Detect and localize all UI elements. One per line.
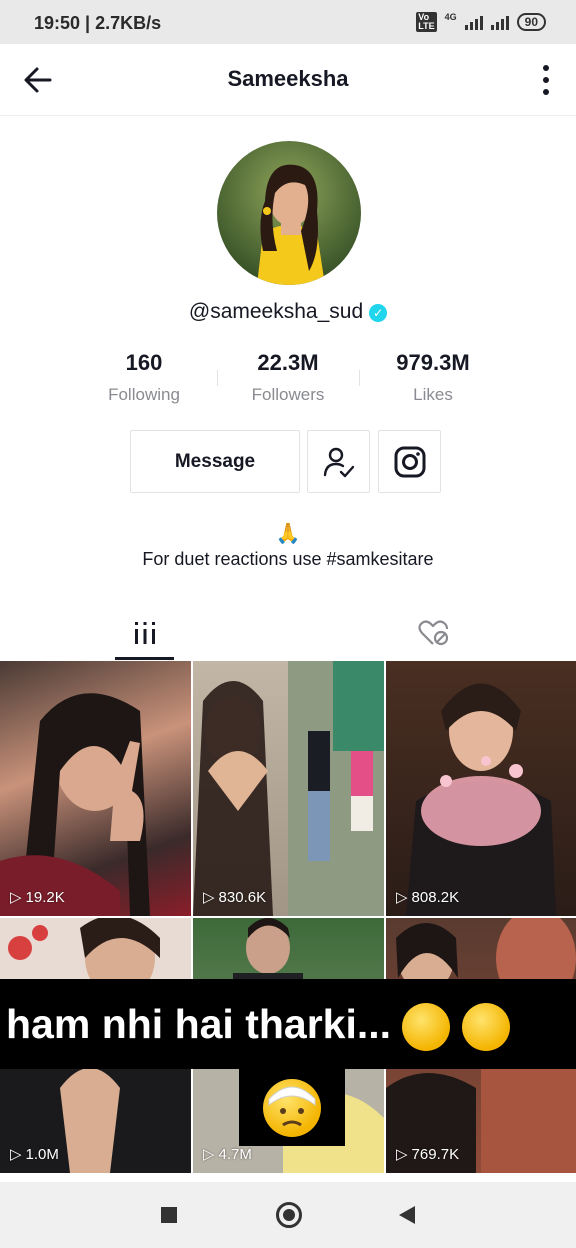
play-icon: ▷ bbox=[10, 889, 22, 906]
username-text: @sameeksha_sud bbox=[188, 300, 364, 323]
view-count: ▷ 4.7M bbox=[203, 1145, 252, 1164]
play-icon: ▷ bbox=[396, 889, 408, 906]
tab-videos[interactable] bbox=[115, 605, 174, 661]
play-icon: ▷ bbox=[396, 1146, 408, 1163]
circle-icon[interactable] bbox=[276, 1202, 302, 1228]
network-type: 4G bbox=[444, 12, 457, 22]
caption-text: ham nhi hai tharki... bbox=[6, 1001, 392, 1047]
stat-following[interactable]: 160 Following bbox=[74, 350, 214, 405]
video-image bbox=[0, 693, 150, 916]
status-bar: 19:50 | 2.7KB/s Vo LTE 4G 90 bbox=[0, 0, 576, 44]
play-icon: ▷ bbox=[203, 1146, 215, 1163]
avatar-image bbox=[217, 141, 361, 285]
signal-icon bbox=[464, 14, 483, 30]
tab-liked[interactable] bbox=[404, 605, 463, 661]
play-icon: ▷ bbox=[10, 1146, 22, 1163]
video-image bbox=[193, 661, 384, 916]
video-thumbnail[interactable]: ▷ 19.2K bbox=[0, 661, 191, 916]
person-check-icon bbox=[323, 447, 354, 477]
top-nav: Sameeksha bbox=[0, 44, 576, 116]
instagram-button[interactable] bbox=[378, 430, 441, 493]
username: @sameeksha_sud ✓ bbox=[0, 300, 576, 324]
stat-value: 22.3M bbox=[257, 350, 319, 375]
stat-label: Likes bbox=[413, 385, 453, 404]
divider bbox=[359, 370, 360, 386]
stat-value: 160 bbox=[125, 350, 163, 375]
signal-icon-2 bbox=[490, 14, 509, 30]
unamused-face-icon bbox=[402, 1003, 451, 1052]
overlay-caption-line2 bbox=[239, 1069, 345, 1146]
view-count: ▷ 1.0M bbox=[10, 1145, 59, 1164]
square-icon[interactable] bbox=[161, 1207, 177, 1223]
following-button[interactable] bbox=[307, 430, 370, 493]
volte-icon: Vo LTE bbox=[416, 12, 437, 32]
stat-likes[interactable]: 979.3M Likes bbox=[363, 350, 503, 405]
video-thumbnail[interactable]: ▷ 808.2K bbox=[386, 661, 576, 916]
overlay-caption: ham nhi hai tharki... bbox=[0, 979, 576, 1069]
bio-text: For duet reactions use #samkesitare bbox=[142, 549, 434, 569]
view-count: ▷ 769.7K bbox=[396, 1145, 460, 1164]
active-tab-indicator bbox=[115, 657, 174, 660]
head-bandage-face-icon bbox=[263, 1078, 321, 1137]
more-options-button[interactable] bbox=[538, 62, 554, 98]
stat-label: Followers bbox=[251, 385, 325, 404]
stat-value: 979.3M bbox=[396, 350, 470, 375]
verified-check-icon: ✓ bbox=[369, 304, 388, 322]
liked-hidden-icon bbox=[417, 620, 448, 646]
video-thumbnail[interactable]: ▷ 830.6K bbox=[193, 661, 384, 916]
video-image bbox=[406, 683, 556, 916]
view-count: ▷ 808.2K bbox=[396, 888, 460, 907]
avatar[interactable] bbox=[217, 141, 361, 285]
status-time: 19:50 | 2.7KB/s bbox=[34, 13, 162, 33]
bio-emoji: 🙏 bbox=[275, 523, 301, 545]
vertical-dots-icon bbox=[543, 65, 549, 71]
stat-followers[interactable]: 22.3M Followers bbox=[218, 350, 358, 405]
grid-icon bbox=[134, 622, 155, 644]
unamused-face-icon bbox=[461, 1003, 510, 1052]
view-count: ▷ 830.6K bbox=[203, 888, 267, 907]
triangle-back-icon[interactable] bbox=[399, 1206, 415, 1224]
status-icons: Vo LTE 4G 90 bbox=[416, 12, 546, 32]
view-count: ▷ 19.2K bbox=[10, 888, 65, 907]
play-icon: ▷ bbox=[203, 889, 215, 906]
stat-label: Following bbox=[108, 385, 180, 404]
battery-icon: 90 bbox=[516, 13, 546, 31]
message-button[interactable]: Message bbox=[130, 430, 300, 493]
page-title: Sameeksha bbox=[227, 66, 349, 91]
instagram-icon bbox=[394, 446, 425, 477]
